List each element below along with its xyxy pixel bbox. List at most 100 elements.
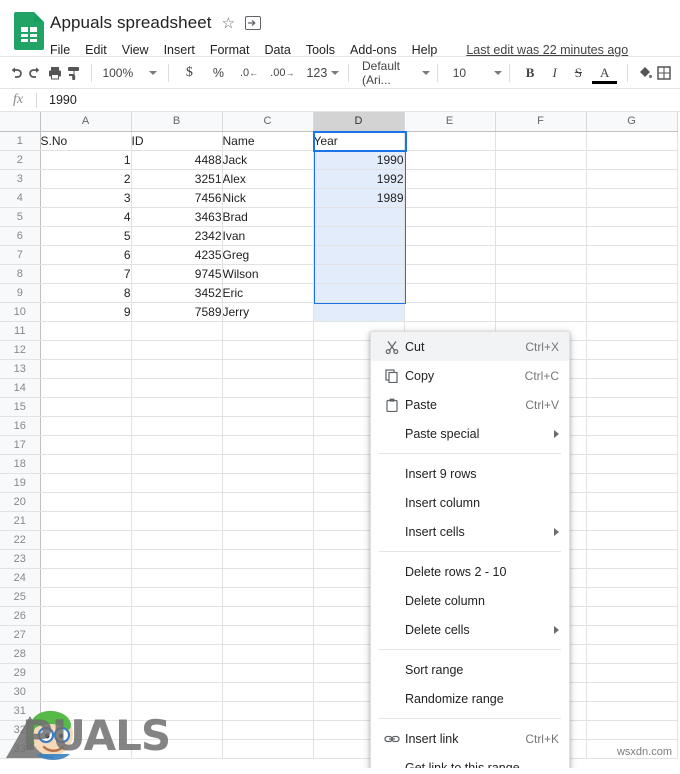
row-header-26[interactable]: 26 [0,606,41,626]
cell-D8[interactable] [313,264,405,284]
cell-B20[interactable] [131,492,223,512]
cell-G29[interactable] [586,663,678,683]
cell-C15[interactable] [222,397,314,417]
table-row[interactable]: 19 [0,473,678,493]
menu-tools[interactable]: Tools [306,43,335,57]
cell-D6[interactable] [313,226,405,246]
cell-A6[interactable]: 5 [40,226,132,246]
table-row[interactable]: 4 3 7456 Nick 1989 [0,188,678,208]
cell-C11[interactable] [222,321,314,341]
decrease-decimal-button[interactable]: .0← [234,67,264,79]
cell-G10[interactable] [586,302,678,322]
cell-F10[interactable] [495,302,587,322]
cell-C33[interactable] [222,739,314,759]
cell-G20[interactable] [586,492,678,512]
row-header-24[interactable]: 24 [0,568,41,588]
row-header-3[interactable]: 3 [0,169,41,189]
menu-insert[interactable]: Insert [164,43,195,57]
cell-A8[interactable]: 7 [40,264,132,284]
borders-icon[interactable] [655,60,674,86]
cell-G25[interactable] [586,587,678,607]
cell-E10[interactable] [404,302,496,322]
table-row[interactable]: 18 [0,454,678,474]
row-header-18[interactable]: 18 [0,454,41,474]
cell-B11[interactable] [131,321,223,341]
cell-A1[interactable]: S.No [40,131,132,151]
cell-C3[interactable]: Alex [222,169,314,189]
cell-C22[interactable] [222,530,314,550]
cell-D10[interactable] [313,302,405,322]
cell-F3[interactable] [495,169,587,189]
star-icon[interactable]: ☆ [222,14,235,32]
menu-edit[interactable]: Edit [85,43,107,57]
cell-B4[interactable]: 7456 [131,188,223,208]
cell-D3[interactable]: 1992 [313,169,405,189]
cell-F2[interactable] [495,150,587,170]
select-all-corner[interactable] [0,112,41,132]
table-row[interactable]: 13 [0,359,678,379]
menu-item-insert-column[interactable]: Insert column [371,488,569,517]
cell-G28[interactable] [586,644,678,664]
cell-B17[interactable] [131,435,223,455]
cell-A17[interactable] [40,435,132,455]
cell-G30[interactable] [586,682,678,702]
cell-E4[interactable] [404,188,496,208]
text-color-button[interactable]: A [591,65,618,84]
cell-A24[interactable] [40,568,132,588]
move-to-folder-icon[interactable] [245,16,262,30]
cell-D1[interactable]: Year [313,131,405,151]
cell-B19[interactable] [131,473,223,493]
menu-item-sort-range[interactable]: Sort range [371,655,569,684]
table-row[interactable]: 24 [0,568,678,588]
menu-item-get-link-to-this-range[interactable]: Get link to this range [371,753,569,769]
cell-E9[interactable] [404,283,496,303]
cell-C30[interactable] [222,682,314,702]
cell-B12[interactable] [131,340,223,360]
table-row[interactable]: 17 [0,435,678,455]
cell-A13[interactable] [40,359,132,379]
cell-F8[interactable] [495,264,587,284]
table-row[interactable]: 10 9 7589 Jerry [0,302,678,322]
row-header-11[interactable]: 11 [0,321,41,341]
cell-C19[interactable] [222,473,314,493]
cell-G8[interactable] [586,264,678,284]
cell-D2[interactable]: 1990 [313,150,405,170]
cell-C6[interactable]: Ivan [222,226,314,246]
cell-F7[interactable] [495,245,587,265]
table-row[interactable]: 27 [0,625,678,645]
cell-A2[interactable]: 1 [40,150,132,170]
increase-decimal-button[interactable]: .00→ [264,67,300,79]
row-header-29[interactable]: 29 [0,663,41,683]
row-header-13[interactable]: 13 [0,359,41,379]
currency-format-button[interactable]: $ [176,65,203,81]
cell-G6[interactable] [586,226,678,246]
row-header-15[interactable]: 15 [0,397,41,417]
cell-G21[interactable] [586,511,678,531]
cell-B8[interactable]: 9745 [131,264,223,284]
cell-G9[interactable] [586,283,678,303]
cell-G5[interactable] [586,207,678,227]
cell-C23[interactable] [222,549,314,569]
table-row[interactable]: 21 [0,511,678,531]
cell-C5[interactable]: Brad [222,207,314,227]
table-row[interactable]: 16 [0,416,678,436]
cell-B10[interactable]: 7589 [131,302,223,322]
menu-help[interactable]: Help [412,43,438,57]
cell-B16[interactable] [131,416,223,436]
table-row[interactable]: 22 [0,530,678,550]
cell-G31[interactable] [586,701,678,721]
table-row[interactable]: 14 [0,378,678,398]
cell-C20[interactable] [222,492,314,512]
cell-G24[interactable] [586,568,678,588]
cell-B2[interactable]: 4488 [131,150,223,170]
table-row[interactable]: 25 [0,587,678,607]
cell-A18[interactable] [40,454,132,474]
cell-E7[interactable] [404,245,496,265]
cell-B9[interactable]: 3452 [131,283,223,303]
cell-A5[interactable]: 4 [40,207,132,227]
cell-B5[interactable]: 3463 [131,207,223,227]
cell-C29[interactable] [222,663,314,683]
cell-C2[interactable]: Jack [222,150,314,170]
cell-B7[interactable]: 4235 [131,245,223,265]
row-header-4[interactable]: 4 [0,188,41,208]
